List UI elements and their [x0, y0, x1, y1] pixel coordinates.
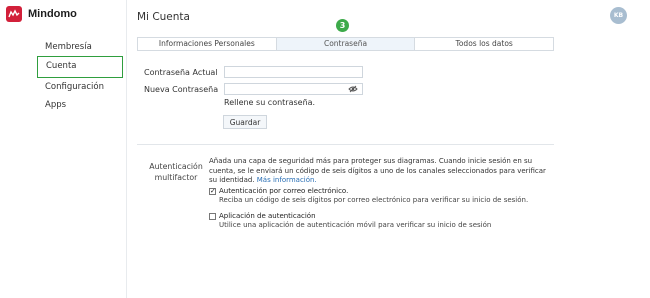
- app-auth-title: Aplicación de autenticación: [219, 212, 316, 220]
- eye-slash-icon[interactable]: [348, 85, 358, 93]
- page-title: Mi Cuenta: [137, 11, 190, 23]
- current-password-label: Contraseña Actual: [144, 68, 218, 77]
- twofa-label: Autenticación multifactor: [149, 162, 203, 182]
- tab-contrasena[interactable]: Contraseña: [276, 38, 416, 50]
- more-info-link[interactable]: Más información.: [257, 176, 317, 184]
- email-auth-title: Autenticación por correo electrónico.: [219, 187, 349, 195]
- sidebar-item-apps[interactable]: Apps: [37, 96, 123, 114]
- sidebar-item-membresia[interactable]: Membresía: [37, 38, 123, 56]
- step-badge: 3: [336, 19, 349, 32]
- section-divider: [137, 144, 554, 145]
- tab-informaciones-personales[interactable]: Informaciones Personales: [138, 38, 277, 50]
- email-auth-checkbox[interactable]: [209, 187, 216, 195]
- password-hint: Rellene su contraseña.: [224, 98, 316, 107]
- avatar[interactable]: KB: [610, 7, 627, 24]
- account-tabs: Informaciones Personales Contraseña Todo…: [137, 37, 554, 51]
- app-logo[interactable]: Mindomo: [6, 6, 77, 22]
- twofa-description: Añada una capa de seguridad más para pro…: [209, 157, 554, 186]
- save-button[interactable]: Guardar: [223, 115, 267, 129]
- new-password-label: Nueva Contraseña: [144, 85, 219, 94]
- tab-todos-los-datos[interactable]: Todos los datos: [415, 38, 554, 50]
- current-password-input[interactable]: [224, 66, 363, 78]
- mindomo-logo-icon: [6, 6, 22, 22]
- new-password-input[interactable]: [224, 83, 363, 95]
- sidebar-item-configuracion[interactable]: Configuración: [37, 78, 123, 96]
- sidebar-nav: Membresía Cuenta Configuración Apps: [37, 38, 123, 114]
- app-auth-checkbox[interactable]: [209, 213, 216, 220]
- email-auth-subtitle: Reciba un código de seis dígitos por cor…: [219, 196, 529, 204]
- sidebar-item-cuenta[interactable]: Cuenta: [37, 56, 123, 78]
- sidebar: Mindomo Membresía Cuenta Configuración A…: [0, 0, 127, 298]
- app-auth-subtitle: Utilice una aplicación de autenticación …: [219, 221, 492, 229]
- app-name: Mindomo: [28, 8, 77, 20]
